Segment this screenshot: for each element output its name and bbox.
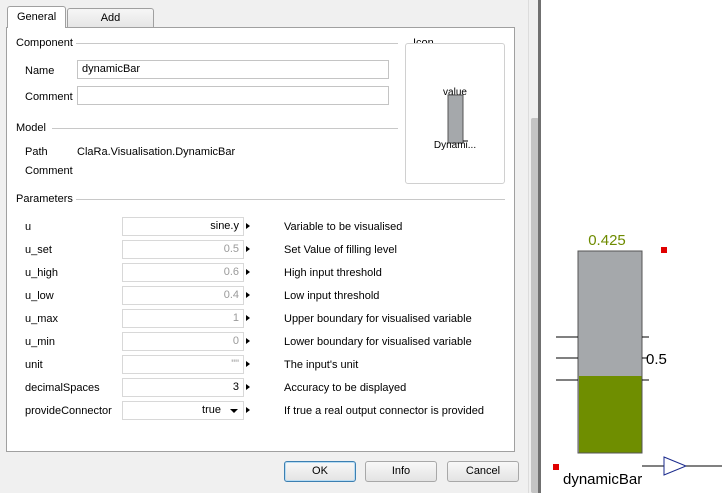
- param-description: The input's unit: [284, 359, 359, 371]
- param-row-u_max: u_max 1 Upper boundary for visualised vari…: [0, 308, 509, 331]
- param-name: u_set: [25, 244, 52, 256]
- param-name: unit: [25, 359, 43, 371]
- tab-add-modifiers[interactable]: Add modifiers: [67, 8, 154, 42]
- param-value: 0.5: [223, 243, 239, 255]
- param-value-field[interactable]: 3: [122, 378, 244, 397]
- param-row-u_low: u_low 0.4 Low input threshold: [0, 285, 509, 308]
- param-menu-arrow-icon[interactable]: [246, 246, 250, 252]
- comment-label: Comment: [25, 91, 73, 103]
- param-name: u: [25, 221, 32, 233]
- param-menu-arrow-icon[interactable]: [246, 315, 250, 321]
- param-value: "": [231, 358, 239, 370]
- path-value: ClaRa.Visualisation.DynamicBar: [77, 146, 236, 158]
- param-name: provideConnector: [25, 405, 112, 417]
- dynamic-bar-component[interactable]: 0.425 0.5 dynamicBar: [541, 0, 722, 493]
- name-field[interactable]: dynamicBar: [77, 60, 389, 79]
- param-name: u_min: [25, 336, 55, 348]
- param-row-unit: unit "" The input's unit: [0, 354, 509, 377]
- tab-general[interactable]: General: [7, 6, 66, 28]
- component-dialog: General Add modifiers Component Name dyn…: [0, 0, 528, 493]
- param-combo[interactable]: true: [122, 401, 244, 420]
- param-description: High input threshold: [284, 267, 382, 279]
- param-value-field[interactable]: 0: [122, 332, 244, 351]
- model-comment-label: Comment: [25, 165, 73, 177]
- param-value-field[interactable]: 0.5: [122, 240, 244, 259]
- param-value: 0.6: [223, 266, 239, 278]
- param-menu-arrow-icon[interactable]: [246, 361, 250, 367]
- param-description: Lower boundary for visualised variable: [284, 336, 472, 348]
- param-value: 0.4: [223, 289, 239, 301]
- param-name: u_low: [25, 290, 54, 302]
- param-row-u: u sine.y Variable to be visualised: [0, 216, 509, 239]
- dropdown-arrow-icon[interactable]: [230, 409, 238, 413]
- param-value: true: [202, 404, 221, 416]
- bar-fill: [579, 376, 642, 453]
- param-value: 1: [232, 312, 239, 324]
- selection-marker-bottom-left[interactable]: [553, 464, 559, 470]
- icon-preview-graphic: value Dynami...: [434, 87, 476, 151]
- diagram-canvas[interactable]: 0.425 0.5 dynamicBar: [541, 0, 722, 493]
- parameters-separator: [76, 199, 505, 200]
- param-menu-arrow-icon[interactable]: [246, 269, 250, 275]
- icon-preview: value Dynami...: [405, 43, 505, 184]
- selection-marker-top-right[interactable]: [661, 247, 667, 253]
- param-description: Accuracy to be displayed: [284, 382, 407, 394]
- param-row-u_set: u_set 0.5 Set Value of filling level: [0, 239, 509, 262]
- param-description: Set Value of filling level: [284, 244, 397, 256]
- output-connector-icon[interactable]: [663, 456, 688, 476]
- param-row-u_min: u_min 0 Lower boundary for visualised vari…: [0, 331, 509, 354]
- param-value-field[interactable]: 1: [122, 309, 244, 328]
- param-row-decimalSpaces: decimalSpaces 3 Accuracy to be displayed: [0, 377, 509, 400]
- param-menu-arrow-icon[interactable]: [246, 384, 250, 390]
- param-menu-arrow-icon[interactable]: [246, 223, 250, 229]
- param-row-provideConnector: provideConnector true If true a real outpu…: [0, 400, 509, 423]
- icon-bar: [447, 94, 464, 144]
- path-label: Path: [25, 146, 48, 158]
- param-description: If true a real output connector is provi…: [284, 405, 484, 417]
- param-value-field[interactable]: 0.6: [122, 263, 244, 282]
- param-row-u_high: u_high 0.6 High input threshold: [0, 262, 509, 285]
- param-value: sine.y: [210, 220, 239, 232]
- param-menu-arrow-icon[interactable]: [246, 338, 250, 344]
- param-description: Low input threshold: [284, 290, 380, 302]
- param-name: u_max: [25, 313, 59, 325]
- model-section-label: Model: [16, 122, 46, 134]
- bar-value-label: 0.425: [588, 232, 626, 249]
- param-description: Upper boundary for visualised variable: [284, 313, 472, 325]
- info-button[interactable]: Info: [365, 461, 437, 482]
- set-value-label: 0.5: [646, 351, 667, 368]
- param-menu-arrow-icon[interactable]: [246, 407, 250, 413]
- comment-field[interactable]: [77, 86, 389, 105]
- parameters-section-label: Parameters: [16, 193, 73, 205]
- cancel-button[interactable]: Cancel: [447, 461, 519, 482]
- model-separator: [52, 128, 398, 129]
- icon-name-text: Dynami...: [434, 140, 476, 151]
- param-value: 3: [232, 381, 239, 393]
- component-separator: [76, 43, 398, 44]
- component-name-label: dynamicBar: [563, 471, 642, 488]
- param-value-field[interactable]: sine.y: [122, 217, 244, 236]
- param-description: Variable to be visualised: [284, 221, 403, 233]
- param-name: u_high: [25, 267, 59, 279]
- param-value: 0: [232, 335, 239, 347]
- param-value-field[interactable]: "": [122, 355, 244, 374]
- component-section-label: Component: [16, 37, 73, 49]
- name-label: Name: [25, 65, 55, 77]
- ok-button[interactable]: OK: [284, 461, 356, 482]
- param-menu-arrow-icon[interactable]: [246, 292, 250, 298]
- param-value-field[interactable]: 0.4: [122, 286, 244, 305]
- param-name: decimalSpaces: [25, 382, 100, 394]
